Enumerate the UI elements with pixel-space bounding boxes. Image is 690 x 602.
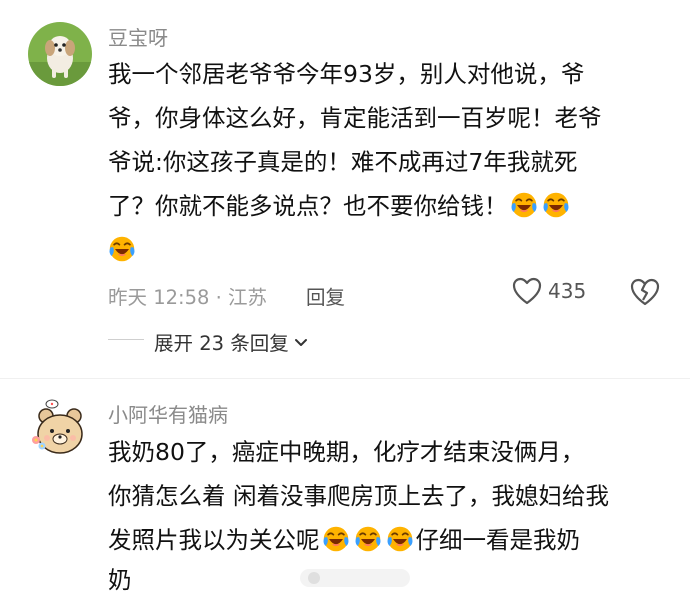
comment-text-line: 爷，你身体这么好，肯定能活到一百岁呢！老爷 (108, 104, 602, 132)
comment-text-segment: 发照片我以为关公呢 (108, 526, 320, 554)
comment-text-line: 我奶80了，癌症中晚期，化疗才结束没俩月， (108, 438, 585, 466)
like-button[interactable]: 435 (512, 277, 586, 305)
comment-text-line-with-emoji: 发照片我以为关公呢 仔细一看是我奶 (108, 518, 580, 562)
chevron-down-icon (294, 338, 307, 346)
comment-text-line: 你猜怎么着 闲着没事爬房顶上去了，我媳妇给我 (108, 482, 609, 510)
comment-username[interactable]: 小阿华有猫病 (108, 399, 228, 428)
cartoon-bear-avatar[interactable] (28, 396, 92, 460)
comment-text-line-emoji-only (108, 228, 138, 272)
comment-text-segment: 了？你就不能多说点？也不要你给钱！ (108, 192, 508, 220)
comment-text-line-with-emoji: 了？你就不能多说点？也不要你给钱！ (108, 184, 572, 228)
comment-time-location: 昨天 12:58 · 江苏 (108, 286, 267, 309)
watermark-logo (300, 565, 410, 591)
expand-replies-label: 展开 23 条回复 (154, 332, 289, 355)
like-count: 435 (548, 279, 587, 303)
heart-outline-icon (512, 277, 542, 305)
laughing-crying-emoji-icon (510, 191, 538, 219)
comment-username[interactable]: 豆宝呀 (108, 22, 168, 51)
dislike-button[interactable] (630, 278, 660, 310)
laughing-crying-emoji-icon (322, 525, 350, 553)
laughing-crying-emoji-icon (108, 235, 136, 263)
expand-replies-button[interactable]: 展开 23 条回复 (154, 327, 309, 356)
broken-heart-icon (630, 278, 660, 306)
comment-text-line: 爷说:你这孩子真是的！难不成再过7年我就死 (108, 148, 578, 176)
dog-photo-avatar[interactable] (28, 22, 92, 86)
expand-divider-line (108, 339, 144, 340)
comment-text-segment: 仔细一看是我奶 (415, 526, 581, 554)
reply-button[interactable]: 回复 (306, 281, 345, 310)
laughing-crying-emoji-icon (354, 525, 382, 553)
comment-divider (0, 378, 690, 379)
comment-text-line: 奶 (108, 566, 132, 594)
laughing-crying-emoji-icon (542, 191, 570, 219)
laughing-crying-emoji-icon (386, 525, 414, 553)
comment-text-line: 我一个邻居老爷爷今年93岁，别人对他说，爷 (108, 60, 585, 88)
